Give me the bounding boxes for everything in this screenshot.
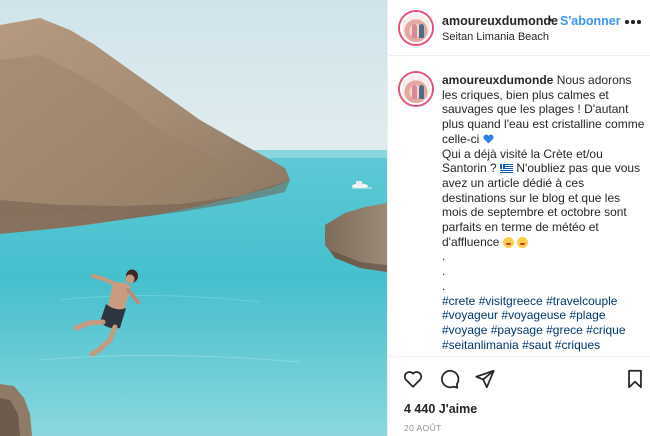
likes-count[interactable]: 4 440 J'aime <box>404 402 477 416</box>
like-button[interactable] <box>402 368 424 390</box>
post-location[interactable]: Seitan Limania Beach <box>442 31 549 43</box>
hashtag[interactable]: #voyageur <box>442 308 498 322</box>
comment-icon <box>441 370 460 389</box>
hashtag[interactable]: #voyage <box>442 323 487 337</box>
hashtag[interactable]: #voyageuse <box>501 308 566 322</box>
cliff-jump-photo <box>0 0 387 436</box>
post-date[interactable]: 20 AOÛT <box>404 423 442 433</box>
likes-number: 4 440 <box>404 402 436 416</box>
caption-username[interactable]: amoureuxdumonde <box>442 73 553 87</box>
comments-section[interactable]: amoureuxdumonde Nous adorons les criques… <box>388 56 650 356</box>
bookmark-icon <box>628 369 642 389</box>
post-side-panel: amoureuxdumonde • S'abonner Seitan Liman… <box>387 0 650 436</box>
likes-label: J'aime <box>438 402 478 416</box>
tongue-smiley-icon <box>502 236 514 248</box>
post-photo[interactable] <box>0 0 387 436</box>
hashtag[interactable]: #crique <box>586 323 625 337</box>
hashtag[interactable]: #seitanlimania <box>442 338 519 352</box>
heart-icon <box>403 371 423 388</box>
hashtags: #crete #visitgreece #travelcouple #voyag… <box>442 294 626 352</box>
post-header: amoureuxdumonde • S'abonner Seitan Liman… <box>388 0 650 56</box>
hashtag[interactable]: #saut <box>522 338 551 352</box>
comment-button[interactable] <box>438 368 460 390</box>
hashtag[interactable]: #paysage <box>491 323 543 337</box>
share-button[interactable] <box>474 368 496 390</box>
wink-smiley-icon <box>517 236 529 248</box>
caption-dot-3: . <box>442 278 446 293</box>
caption-author-avatar[interactable] <box>400 73 432 105</box>
save-button[interactable] <box>624 368 646 390</box>
caption-dot-1: . <box>442 249 446 264</box>
header-separator: • <box>548 13 553 27</box>
author-avatar[interactable] <box>400 12 432 44</box>
hashtag[interactable]: #plage <box>569 308 605 322</box>
hashtag[interactable]: #visitgreece <box>479 294 543 308</box>
hashtag[interactable]: #travelcouple <box>546 294 617 308</box>
hashtag[interactable]: #criques <box>555 338 600 352</box>
author-username[interactable]: amoureuxdumonde <box>442 14 558 28</box>
post-caption: amoureuxdumonde Nous adorons les criques… <box>442 73 647 352</box>
blue-heart-icon <box>483 134 494 144</box>
greece-flag-icon <box>500 164 514 174</box>
caption-dot-2: . <box>442 264 446 279</box>
hashtag[interactable]: #crete <box>442 294 475 308</box>
hashtag[interactable]: #grece <box>546 323 583 337</box>
more-options-icon[interactable] <box>625 20 641 26</box>
share-icon <box>475 369 495 389</box>
post-actions: 4 440 J'aime 20 AOÛT <box>388 356 650 436</box>
follow-button[interactable]: S'abonner <box>560 14 621 28</box>
